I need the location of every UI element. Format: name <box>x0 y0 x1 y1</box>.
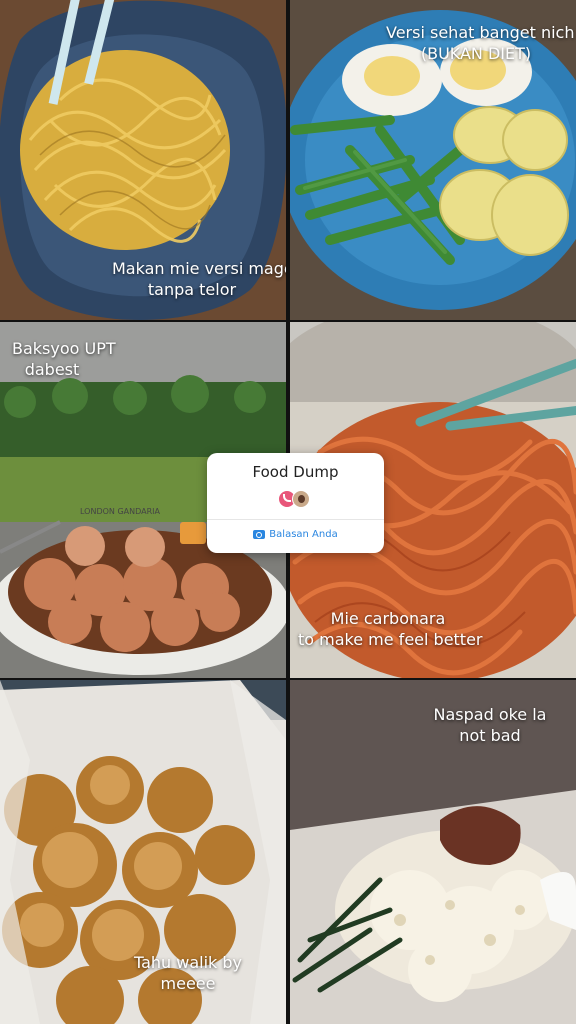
bakso-caption: Baksyoo UPT dabest <box>12 339 116 379</box>
avatar-group <box>278 490 318 508</box>
food-dump-card[interactable]: Food Dump Balasan Anda <box>207 453 384 553</box>
reply-button[interactable]: Balasan Anda <box>207 529 384 540</box>
story-collage: Makan mie versi mager tanpa telor Versi … <box>0 0 576 1024</box>
reply-label: Balasan Anda <box>269 529 338 540</box>
bowl-label: LONDON GANDARIA <box>80 507 161 516</box>
carbonara-caption: Mie carbonara to make me feel better <box>298 609 483 649</box>
tahu-tile: Tahu walik by meeee <box>0 680 286 1024</box>
sayur-caption: Versi sehat banget nich (BUKAN DIET) <box>386 23 575 63</box>
sayur-tile: Versi sehat banget nich (BUKAN DIET) <box>290 0 576 320</box>
naspad-caption: Naspad oke la not bad <box>433 705 547 745</box>
camera-icon <box>253 530 266 539</box>
profile-avatar <box>292 490 310 508</box>
mie-caption: Makan mie versi mager tanpa telor <box>112 259 286 299</box>
card-divider <box>207 519 384 520</box>
mie-tile: Makan mie versi mager tanpa telor <box>0 0 286 320</box>
naspad-tile: Naspad oke la not bad <box>290 680 576 1024</box>
tahu-caption: Tahu walik by meeee <box>133 953 243 993</box>
card-title: Food Dump <box>252 463 339 481</box>
